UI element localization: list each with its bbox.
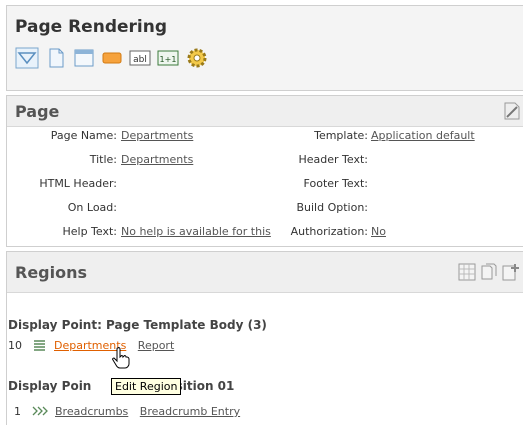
template-label: Template: — [314, 129, 368, 142]
region-seq: 10 — [8, 339, 22, 352]
help-text-link[interactable]: No help is available for this — [121, 225, 271, 238]
regions-panel: Regions — [6, 251, 523, 425]
on-load-label: On Load: — [67, 201, 117, 214]
region-icon[interactable] — [73, 47, 95, 69]
build-option-label: Build Option: — [296, 201, 368, 214]
triangle-filter-icon[interactable] — [15, 47, 39, 69]
process-icon[interactable] — [186, 47, 208, 69]
header-text-label: Header Text: — [298, 153, 368, 166]
template-link[interactable]: Application default — [371, 129, 475, 142]
display-point-breadcrumb-heading-part1: Display Poin — [8, 379, 92, 393]
page-icon[interactable] — [46, 47, 68, 69]
authorization-label: Authorization: — [290, 225, 368, 238]
display-point-body-heading: Display Point: Page Template Body (3) — [8, 318, 267, 332]
region-row-breadcrumbs: 1 Breadcrumbs Breadcrumb Entry — [8, 405, 240, 419]
button-icon[interactable] — [101, 47, 123, 69]
copy-region-icon[interactable] — [479, 262, 499, 286]
regions-panel-header: Regions — [7, 252, 523, 293]
title-link[interactable]: Departments — [121, 153, 193, 166]
page-name-label: Page Name: — [50, 129, 117, 142]
html-header-label: HTML Header: — [39, 177, 117, 190]
page-rendering-panel: Page Rendering abl 1+1 — [6, 5, 523, 91]
title-label: Title: — [89, 153, 117, 166]
region-name-link[interactable]: Breadcrumbs — [55, 405, 128, 418]
text-item-icon[interactable]: abl — [129, 47, 151, 69]
footer-text-label: Footer Text: — [303, 177, 368, 190]
region-seq: 1 — [14, 405, 21, 418]
edit-page-icon[interactable] — [501, 101, 521, 125]
computation-icon[interactable]: 1+1 — [157, 47, 179, 69]
hand-cursor-icon — [112, 347, 130, 373]
region-type-link[interactable]: Report — [138, 339, 174, 352]
add-region-icon[interactable] — [501, 262, 521, 286]
help-text-label: Help Text: — [62, 225, 117, 238]
text-item-glyph: abl — [133, 55, 147, 65]
grid-edit-icon[interactable] — [457, 262, 477, 286]
page-panel-header: Page — [7, 96, 523, 127]
computation-glyph: 1+1 — [160, 55, 177, 64]
page-rendering-title: Page Rendering — [15, 17, 167, 37]
region-row-departments: 10 Departments Report — [8, 339, 174, 354]
regions-title: Regions — [15, 263, 88, 282]
page-panel-title: Page — [15, 102, 60, 121]
breadcrumb-region-icon — [32, 406, 48, 419]
authorization-link[interactable]: No — [371, 225, 386, 238]
region-type-link[interactable]: Breadcrumb Entry — [140, 405, 240, 418]
report-region-icon — [33, 339, 46, 354]
page-name-link[interactable]: Departments — [121, 129, 193, 142]
edit-region-tooltip: Edit Region — [111, 378, 182, 395]
